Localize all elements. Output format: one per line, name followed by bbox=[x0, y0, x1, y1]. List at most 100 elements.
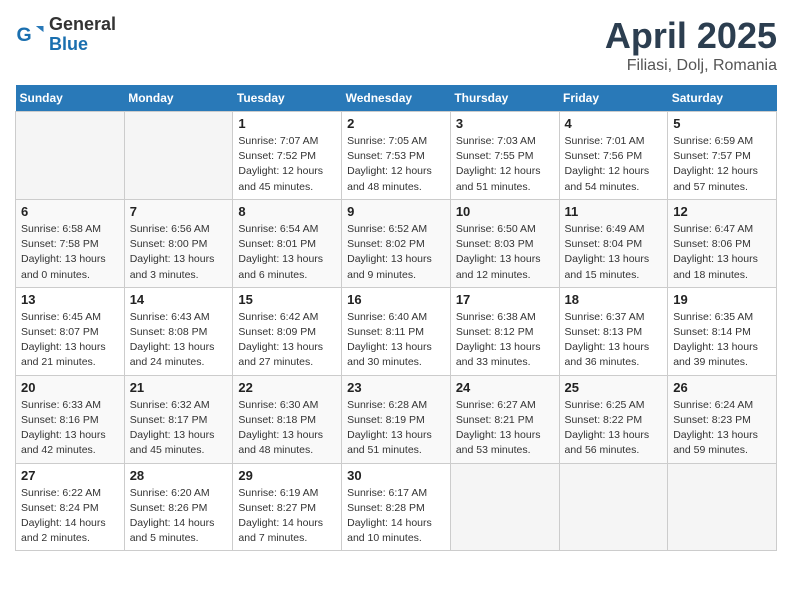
calendar-cell bbox=[450, 463, 559, 551]
calendar-week-1: 1 Sunrise: 7:07 AMSunset: 7:52 PMDaylight… bbox=[16, 112, 777, 200]
day-number: 11 bbox=[565, 204, 663, 219]
calendar-cell: 6Sunrise: 6:58 AMSunset: 7:58 PMDaylight… bbox=[16, 199, 125, 287]
calendar-cell bbox=[559, 463, 668, 551]
logo: G General Blue bbox=[15, 15, 116, 55]
day-info: Sunrise: 7:05 AMSunset: 7:53 PMDaylight:… bbox=[347, 134, 445, 195]
calendar-cell: 19 Sunrise: 6:35 AMSunset: 8:14 PMDayligh… bbox=[668, 287, 777, 375]
day-info: Sunrise: 6:59 AMSunset: 7:57 PMDaylight:… bbox=[673, 134, 771, 195]
day-number: 14 bbox=[130, 292, 228, 307]
weekday-row: SundayMondayTuesdayWednesdayThursdayFrid… bbox=[16, 85, 777, 112]
calendar-cell: 5 Sunrise: 6:59 AMSunset: 7:57 PMDaylight… bbox=[668, 112, 777, 200]
day-info: Sunrise: 6:33 AMSunset: 8:16 PMDaylight:… bbox=[21, 398, 119, 459]
calendar-cell: 29 Sunrise: 6:19 AMSunset: 8:27 PMDayligh… bbox=[233, 463, 342, 551]
day-number: 1 bbox=[238, 116, 336, 131]
weekday-header-wednesday: Wednesday bbox=[342, 85, 451, 112]
weekday-header-saturday: Saturday bbox=[668, 85, 777, 112]
calendar-week-2: 6Sunrise: 6:58 AMSunset: 7:58 PMDaylight… bbox=[16, 199, 777, 287]
day-number: 29 bbox=[238, 468, 336, 483]
calendar-cell: 9 Sunrise: 6:52 AMSunset: 8:02 PMDaylight… bbox=[342, 199, 451, 287]
calendar-cell: 18 Sunrise: 6:37 AMSunset: 8:13 PMDayligh… bbox=[559, 287, 668, 375]
day-number: 7 bbox=[130, 204, 228, 219]
weekday-header-monday: Monday bbox=[124, 85, 233, 112]
day-number: 16 bbox=[347, 292, 445, 307]
day-info: Sunrise: 6:52 AMSunset: 8:02 PMDaylight:… bbox=[347, 222, 445, 283]
calendar-cell: 20 Sunrise: 6:33 AMSunset: 8:16 PMDayligh… bbox=[16, 375, 125, 463]
weekday-header-tuesday: Tuesday bbox=[233, 85, 342, 112]
calendar-cell: 4Sunrise: 7:01 AMSunset: 7:56 PMDaylight… bbox=[559, 112, 668, 200]
calendar-header: SundayMondayTuesdayWednesdayThursdayFrid… bbox=[16, 85, 777, 112]
calendar-cell bbox=[668, 463, 777, 551]
day-info: Sunrise: 6:35 AMSunset: 8:14 PMDaylight:… bbox=[673, 310, 771, 371]
calendar-cell: 10 Sunrise: 6:50 AMSunset: 8:03 PMDayligh… bbox=[450, 199, 559, 287]
day-number: 17 bbox=[456, 292, 554, 307]
day-number: 21 bbox=[130, 380, 228, 395]
title-block: April 2025 Filiasi, Dolj, Romania bbox=[605, 15, 777, 75]
day-info: Sunrise: 6:43 AMSunset: 8:08 PMDaylight:… bbox=[130, 310, 228, 371]
day-number: 19 bbox=[673, 292, 771, 307]
weekday-header-thursday: Thursday bbox=[450, 85, 559, 112]
calendar-cell: 27Sunrise: 6:22 AMSunset: 8:24 PMDayligh… bbox=[16, 463, 125, 551]
calendar-cell: 13 Sunrise: 6:45 AMSunset: 8:07 PMDayligh… bbox=[16, 287, 125, 375]
day-number: 2 bbox=[347, 116, 445, 131]
calendar-cell: 12 Sunrise: 6:47 AMSunset: 8:06 PMDayligh… bbox=[668, 199, 777, 287]
day-info: Sunrise: 6:22 AMSunset: 8:24 PMDaylight:… bbox=[21, 486, 119, 547]
calendar-week-3: 13 Sunrise: 6:45 AMSunset: 8:07 PMDayligh… bbox=[16, 287, 777, 375]
day-info: Sunrise: 6:42 AMSunset: 8:09 PMDaylight:… bbox=[238, 310, 336, 371]
day-number: 8 bbox=[238, 204, 336, 219]
day-info: Sunrise: 6:24 AMSunset: 8:23 PMDaylight:… bbox=[673, 398, 771, 459]
logo-icon: G bbox=[15, 20, 45, 50]
day-info: Sunrise: 7:07 AMSunset: 7:52 PMDaylight:… bbox=[238, 134, 336, 195]
day-number: 20 bbox=[21, 380, 119, 395]
day-info: Sunrise: 6:28 AMSunset: 8:19 PMDaylight:… bbox=[347, 398, 445, 459]
day-info: Sunrise: 6:30 AMSunset: 8:18 PMDaylight:… bbox=[238, 398, 336, 459]
day-info: Sunrise: 6:58 AMSunset: 7:58 PMDaylight:… bbox=[21, 222, 119, 283]
day-number: 28 bbox=[130, 468, 228, 483]
day-info: Sunrise: 6:37 AMSunset: 8:13 PMDaylight:… bbox=[565, 310, 663, 371]
calendar-cell: 22Sunrise: 6:30 AMSunset: 8:18 PMDayligh… bbox=[233, 375, 342, 463]
calendar-cell: 8Sunrise: 6:54 AMSunset: 8:01 PMDaylight… bbox=[233, 199, 342, 287]
day-number: 12 bbox=[673, 204, 771, 219]
day-number: 5 bbox=[673, 116, 771, 131]
calendar-cell bbox=[124, 112, 233, 200]
day-number: 24 bbox=[456, 380, 554, 395]
calendar-cell: 26 Sunrise: 6:24 AMSunset: 8:23 PMDayligh… bbox=[668, 375, 777, 463]
day-number: 23 bbox=[347, 380, 445, 395]
calendar-cell: 7Sunrise: 6:56 AMSunset: 8:00 PMDaylight… bbox=[124, 199, 233, 287]
calendar-body: 1 Sunrise: 7:07 AMSunset: 7:52 PMDaylight… bbox=[16, 112, 777, 551]
page-header: G General Blue April 2025 Filiasi, Dolj,… bbox=[15, 15, 777, 75]
weekday-header-friday: Friday bbox=[559, 85, 668, 112]
day-info: Sunrise: 6:45 AMSunset: 8:07 PMDaylight:… bbox=[21, 310, 119, 371]
calendar-week-5: 27Sunrise: 6:22 AMSunset: 8:24 PMDayligh… bbox=[16, 463, 777, 551]
day-number: 25 bbox=[565, 380, 663, 395]
day-info: Sunrise: 6:19 AMSunset: 8:27 PMDaylight:… bbox=[238, 486, 336, 547]
day-info: Sunrise: 6:32 AMSunset: 8:17 PMDaylight:… bbox=[130, 398, 228, 459]
logo-line1: General bbox=[49, 15, 116, 35]
day-number: 9 bbox=[347, 204, 445, 219]
calendar-cell: 21 Sunrise: 6:32 AMSunset: 8:17 PMDayligh… bbox=[124, 375, 233, 463]
day-info: Sunrise: 6:50 AMSunset: 8:03 PMDaylight:… bbox=[456, 222, 554, 283]
calendar-cell: 17 Sunrise: 6:38 AMSunset: 8:12 PMDayligh… bbox=[450, 287, 559, 375]
day-number: 26 bbox=[673, 380, 771, 395]
calendar-table: SundayMondayTuesdayWednesdayThursdayFrid… bbox=[15, 85, 777, 551]
weekday-header-sunday: Sunday bbox=[16, 85, 125, 112]
day-info: Sunrise: 6:25 AMSunset: 8:22 PMDaylight:… bbox=[565, 398, 663, 459]
calendar-cell: 2 Sunrise: 7:05 AMSunset: 7:53 PMDaylight… bbox=[342, 112, 451, 200]
day-info: Sunrise: 6:47 AMSunset: 8:06 PMDaylight:… bbox=[673, 222, 771, 283]
day-number: 18 bbox=[565, 292, 663, 307]
day-info: Sunrise: 6:38 AMSunset: 8:12 PMDaylight:… bbox=[456, 310, 554, 371]
calendar-cell: 24Sunrise: 6:27 AMSunset: 8:21 PMDayligh… bbox=[450, 375, 559, 463]
day-number: 13 bbox=[21, 292, 119, 307]
day-info: Sunrise: 6:40 AMSunset: 8:11 PMDaylight:… bbox=[347, 310, 445, 371]
day-info: Sunrise: 6:49 AMSunset: 8:04 PMDaylight:… bbox=[565, 222, 663, 283]
day-number: 3 bbox=[456, 116, 554, 131]
day-info: Sunrise: 7:03 AMSunset: 7:55 PMDaylight:… bbox=[456, 134, 554, 195]
day-info: Sunrise: 6:17 AMSunset: 8:28 PMDaylight:… bbox=[347, 486, 445, 547]
calendar-cell: 11 Sunrise: 6:49 AMSunset: 8:04 PMDayligh… bbox=[559, 199, 668, 287]
calendar-cell: 1 Sunrise: 7:07 AMSunset: 7:52 PMDaylight… bbox=[233, 112, 342, 200]
calendar-cell: 16 Sunrise: 6:40 AMSunset: 8:11 PMDayligh… bbox=[342, 287, 451, 375]
calendar-cell: 23 Sunrise: 6:28 AMSunset: 8:19 PMDayligh… bbox=[342, 375, 451, 463]
page-subtitle: Filiasi, Dolj, Romania bbox=[605, 57, 777, 75]
day-number: 10 bbox=[456, 204, 554, 219]
day-number: 15 bbox=[238, 292, 336, 307]
calendar-cell: 25 Sunrise: 6:25 AMSunset: 8:22 PMDayligh… bbox=[559, 375, 668, 463]
